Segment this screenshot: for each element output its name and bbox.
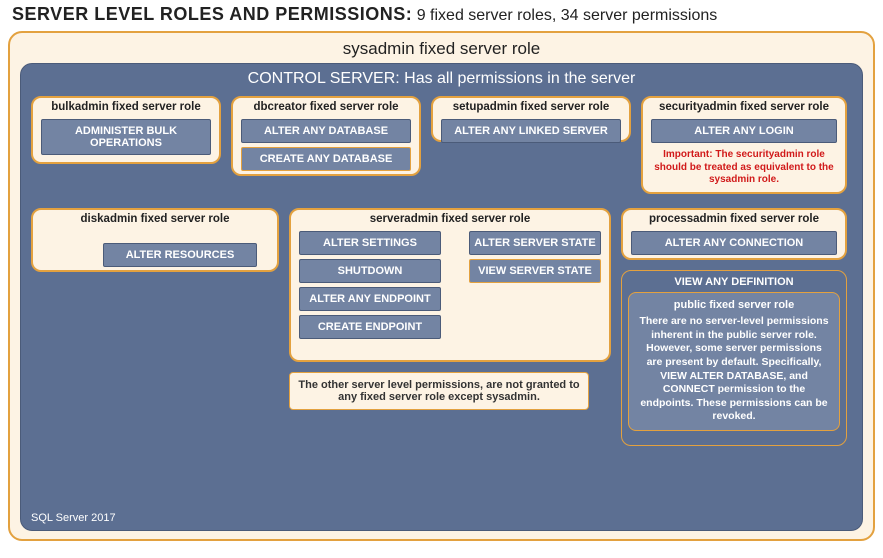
role-diskadmin: diskadmin fixed server role ALTER RESOUR…: [31, 208, 279, 272]
role-title: dbcreator fixed server role: [233, 98, 419, 115]
role-dbcreator: dbcreator fixed server role ALTER ANY DA…: [231, 96, 421, 176]
page-title: SERVER LEVEL ROLES AND PERMISSIONS: 9 fi…: [0, 0, 883, 31]
view-any-definition-box: VIEW ANY DEFINITION public fixed server …: [621, 270, 847, 446]
title-bold: SERVER LEVEL ROLES AND PERMISSIONS:: [12, 4, 412, 24]
perm-alter-server-state: ALTER SERVER STATE: [469, 231, 601, 255]
role-bulkadmin: bulkadmin fixed server role ADMINISTER B…: [31, 96, 221, 164]
sysadmin-label: sysadmin fixed server role: [20, 37, 863, 63]
securityadmin-warning: Important: The securityadmin role should…: [643, 147, 845, 191]
perm-alter-resources: ALTER RESOURCES: [103, 243, 257, 267]
perm-shutdown: SHUTDOWN: [299, 259, 441, 283]
role-securityadmin: securityadmin fixed server role ALTER AN…: [641, 96, 847, 194]
role-serveradmin: serveradmin fixed server role ALTER SETT…: [289, 208, 611, 362]
perm-create-any-database: CREATE ANY DATABASE: [241, 147, 411, 171]
control-server-box: CONTROL SERVER: Has all permissions in t…: [20, 63, 863, 531]
view-any-definition-title: VIEW ANY DEFINITION: [628, 274, 840, 292]
sysadmin-role-box: sysadmin fixed server role CONTROL SERVE…: [8, 31, 875, 541]
perm-alter-any-connection: ALTER ANY CONNECTION: [631, 231, 837, 255]
perm-alter-any-login: ALTER ANY LOGIN: [651, 119, 837, 143]
perm-administer-bulk-operations: ADMINISTER BULK OPERATIONS: [41, 119, 211, 155]
perm-create-endpoint: CREATE ENDPOINT: [299, 315, 441, 339]
role-processadmin: processadmin fixed server role ALTER ANY…: [621, 208, 847, 260]
other-permissions-note: The other server level permissions, are …: [289, 372, 589, 410]
role-title: securityadmin fixed server role: [643, 98, 845, 115]
role-public: public fixed server role There are no se…: [628, 292, 840, 431]
version-label: SQL Server 2017: [31, 512, 116, 524]
public-title: public fixed server role: [637, 297, 831, 315]
perm-alter-any-linked-server: ALTER ANY LINKED SERVER: [441, 119, 621, 143]
title-rest: 9 fixed server roles, 34 server permissi…: [412, 7, 717, 24]
role-title: bulkadmin fixed server role: [33, 98, 219, 115]
role-title: processadmin fixed server role: [623, 210, 845, 227]
perm-alter-any-endpoint: ALTER ANY ENDPOINT: [299, 287, 441, 311]
role-title: setupadmin fixed server role: [433, 98, 629, 115]
role-setupadmin: setupadmin fixed server role ALTER ANY L…: [431, 96, 631, 142]
perm-alter-settings: ALTER SETTINGS: [299, 231, 441, 255]
role-title: serveradmin fixed server role: [291, 210, 609, 227]
public-text: There are no server-level permissions in…: [637, 315, 831, 424]
perm-view-server-state: VIEW SERVER STATE: [469, 259, 601, 283]
control-server-label: CONTROL SERVER: Has all permissions in t…: [29, 68, 854, 94]
role-title: diskadmin fixed server role: [33, 210, 277, 227]
perm-alter-any-database: ALTER ANY DATABASE: [241, 119, 411, 143]
